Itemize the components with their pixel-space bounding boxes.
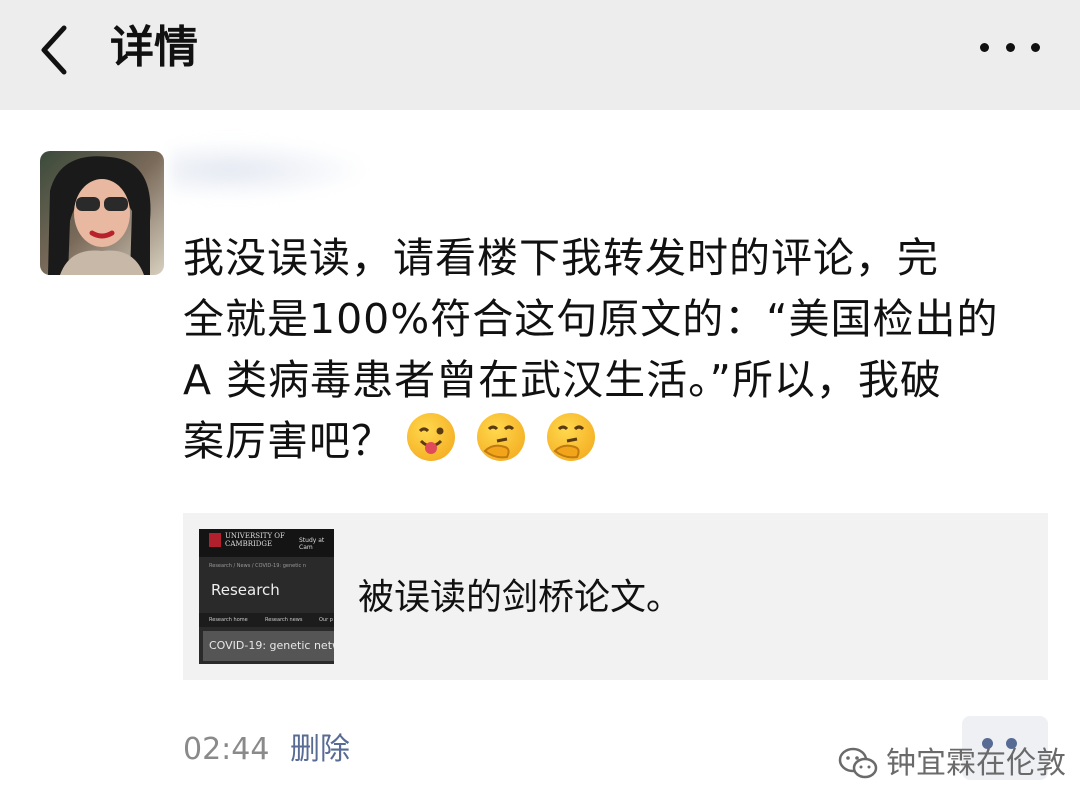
thumbnail-study: Study at Cam bbox=[299, 537, 325, 551]
post-content: 我没误读，请看楼下我转发时的评论，完 全就是100%符合这句原文的：“美国检出的… bbox=[183, 228, 1063, 472]
more-dot bbox=[980, 42, 989, 52]
thumbnail-tab: Research home bbox=[209, 617, 248, 623]
post-time: 02:44 bbox=[183, 732, 270, 767]
link-thumbnail: UNIVERSITY OF CAMBRIDGE Study at Cam Res… bbox=[199, 529, 334, 664]
thumbnail-tab: Research news bbox=[265, 617, 303, 623]
thumbnail-tabs: Research home Research news Our p bbox=[199, 613, 334, 627]
post-text-line-last: 案厉害吧？ bbox=[183, 411, 1063, 472]
thumbnail-breadcrumb: Research / News / COVID-19: genetic n bbox=[209, 563, 307, 569]
post-text-line: 全就是100%符合这句原文的：“美国检出的 bbox=[183, 295, 999, 343]
post-text-line: 案厉害吧？ bbox=[183, 417, 393, 465]
wink-tongue-emoji bbox=[407, 413, 456, 461]
thumbnail-section: Research bbox=[211, 581, 280, 599]
more-dot bbox=[1031, 42, 1040, 52]
thinking-emoji bbox=[477, 413, 526, 461]
link-title: 被误读的剑桥论文。 bbox=[358, 577, 683, 618]
delete-button[interactable]: 删除 bbox=[290, 728, 350, 772]
more-dot bbox=[1005, 42, 1015, 52]
wechat-icon bbox=[838, 747, 878, 779]
top-bar: 详情 bbox=[0, 0, 1080, 110]
more-button[interactable] bbox=[980, 30, 1040, 64]
thumbnail-tab: Our p bbox=[319, 617, 333, 623]
avatar-image bbox=[40, 151, 164, 275]
post-text-line: 我没误读，请看楼下我转发时的评论，完 bbox=[183, 234, 939, 282]
chevron-left-icon bbox=[41, 25, 67, 75]
cambridge-shield-icon bbox=[209, 533, 221, 547]
username-blurred[interactable] bbox=[170, 140, 370, 200]
avatar[interactable] bbox=[40, 151, 164, 275]
page-title: 详情 bbox=[110, 22, 198, 73]
post-text-line: A 类病毒患者曾在武汉生活。”所以，我破 bbox=[183, 356, 942, 404]
watermark: 钟宜霖在伦敦 bbox=[838, 744, 1066, 784]
watermark-text: 钟宜霖在伦敦 bbox=[886, 746, 1066, 781]
shared-link-card[interactable]: UNIVERSITY OF CAMBRIDGE Study at Cam Res… bbox=[183, 513, 1048, 680]
thinking-emoji bbox=[547, 413, 596, 461]
thumbnail-headline: COVID-19: genetic netw bbox=[203, 631, 334, 661]
thumbnail-university: UNIVERSITY OF CAMBRIDGE bbox=[225, 532, 285, 548]
back-button[interactable] bbox=[28, 20, 88, 80]
